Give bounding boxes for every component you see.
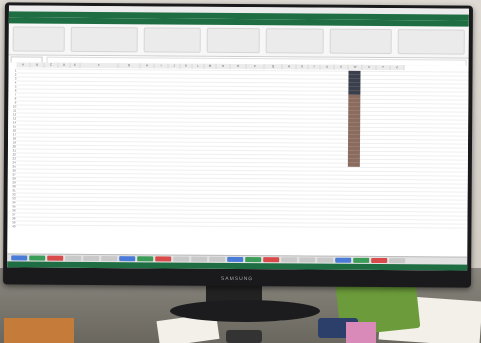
monitor-screen: ABCDEFGHIJKLMNOPQRSTUVWXYZ 1 2 3 4 5 6 7 8 9 10 11…: [7, 5, 469, 271]
sheet-tab[interactable]: [209, 256, 226, 262]
sheet-tab[interactable]: [371, 257, 388, 264]
column-header[interactable]: T: [308, 64, 321, 70]
sheet-tab[interactable]: [101, 256, 118, 262]
ribbon-group-cells[interactable]: [329, 28, 392, 55]
sheet-tab[interactable]: [317, 257, 334, 263]
sheet-tab[interactable]: [83, 255, 100, 262]
excel-ribbon: [8, 17, 469, 59]
sheet-tab[interactable]: [335, 257, 352, 263]
cable-object: [226, 330, 262, 343]
sheet-tab[interactable]: [173, 256, 190, 262]
monitor: ABCDEFGHIJKLMNOPQRSTUVWXYZ 1 2 3 4 5 6 7 8 9 10 11…: [3, 2, 473, 288]
column-header[interactable]: G: [118, 63, 141, 69]
column-header[interactable]: O: [230, 63, 247, 70]
photo-scene: ABCDEFGHIJKLMNOPQRSTUVWXYZ 1 2 3 4 5 6 7 8 9 10 11…: [0, 0, 481, 343]
sheet-tab[interactable]: [65, 255, 82, 261]
worksheet-grid[interactable]: ABCDEFGHIJKLMNOPQRSTUVWXYZ 1 2 3 4 5 6 7 8 9 10 11…: [7, 62, 469, 258]
ribbon-group-font[interactable]: [70, 26, 138, 53]
orange-object: [4, 318, 74, 343]
sheet-tab[interactable]: [263, 257, 280, 263]
column-header[interactable]: N: [216, 63, 231, 69]
sheet-tab[interactable]: [389, 258, 406, 264]
column-header[interactable]: X: [362, 64, 377, 70]
sheet-tab[interactable]: [155, 256, 172, 262]
row-header[interactable]: 40: [7, 224, 15, 228]
column-header[interactable]: Z: [390, 65, 405, 71]
column-header[interactable]: W: [348, 64, 363, 70]
sheet-tab[interactable]: [47, 255, 64, 261]
highlight-cell: [347, 162, 360, 167]
column-header[interactable]: M: [204, 63, 217, 69]
ribbon-group-styles[interactable]: [266, 28, 324, 54]
column-header[interactable]: C: [44, 62, 59, 68]
column-header[interactable]: I: [154, 63, 169, 69]
grid-row-line: [15, 224, 468, 229]
column-header[interactable]: D: [58, 62, 71, 68]
column-header[interactable]: Q: [264, 64, 283, 70]
ribbon-group-clipboard[interactable]: [12, 26, 65, 52]
sheet-tab[interactable]: [137, 256, 154, 262]
column-header[interactable]: A: [16, 62, 31, 68]
monitor-stand-base: [170, 300, 320, 322]
sheet-tab[interactable]: [119, 256, 136, 262]
column-header[interactable]: U: [320, 64, 335, 70]
column-header[interactable]: B: [30, 62, 45, 68]
sheet-tab[interactable]: [245, 257, 262, 263]
column-header[interactable]: R: [282, 64, 297, 70]
ribbon-groups: [12, 26, 465, 55]
column-header[interactable]: H: [140, 63, 155, 69]
sheet-tab[interactable]: [191, 256, 208, 262]
column-header[interactable]: L: [192, 63, 205, 69]
ribbon-group-editing[interactable]: [397, 29, 465, 55]
sheet-tab[interactable]: [353, 257, 370, 263]
column-header[interactable]: J: [168, 63, 181, 69]
column-header[interactable]: S: [296, 64, 309, 70]
column-header[interactable]: Y: [376, 64, 391, 71]
ribbon-group-number[interactable]: [207, 27, 261, 54]
monitor-brand: SAMSUNG: [220, 275, 254, 283]
column-header[interactable]: K: [180, 63, 193, 69]
sheet-tab[interactable]: [11, 255, 28, 261]
column-header[interactable]: V: [334, 64, 349, 70]
sheet-tab[interactable]: [281, 257, 298, 263]
sheet-tab[interactable]: [29, 255, 46, 261]
pink-note: [346, 322, 376, 343]
sheet-tab[interactable]: [227, 256, 244, 263]
ribbon-group-alignment[interactable]: [143, 27, 202, 53]
column-header[interactable]: P: [246, 64, 265, 70]
column-header[interactable]: E: [70, 62, 81, 68]
sheet-tab[interactable]: [299, 257, 316, 263]
column-header[interactable]: F: [80, 62, 119, 69]
